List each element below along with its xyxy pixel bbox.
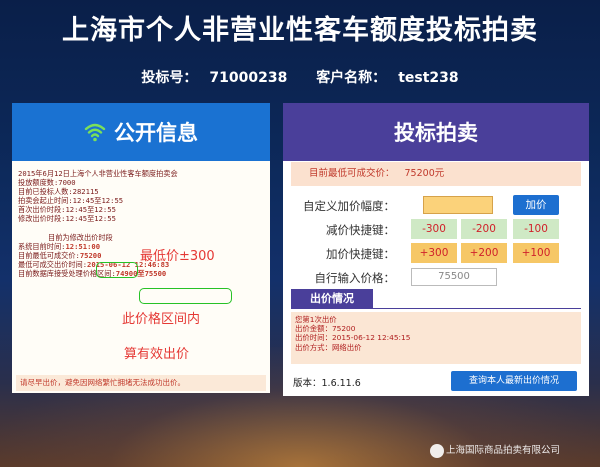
annotation-valid: 算有效出价 [124,347,190,362]
info-line: 拍卖会起止时间:12:45至12:55 [18,196,124,206]
lowest-price: 75200 [79,250,102,260]
minus-shortcut-row: 减价快捷键： -300 -200 -100 [283,218,589,240]
lowest-price-label: 目前最低可成交价: [18,250,80,260]
annotation-range: 此价格区间内 [122,312,201,327]
plus-shortcut-row: 加价快捷键： +300 +200 +100 [283,242,589,264]
bid-info-line: 您第1次出价 [295,315,337,324]
info-line: 修改出价时段:12:45至12:55 [18,214,116,224]
page-title: 上海市个人非营业性客车额度投标拍卖 [62,15,538,46]
version-label: 版本：1.6.11.6 [293,378,361,389]
custom-increment-label: 自定义加价幅度： [303,199,395,213]
bid-info-line: 出价方式：网络出价 [295,342,362,352]
plus-300-button[interactable]: +300 [411,243,457,263]
watermark-logo-icon [430,443,444,458]
price-range-line: 目前数据库接受处理价格区间:74900至75500 [18,269,266,278]
minus-300-button[interactable]: -300 [411,219,457,239]
bid-status-info: 您第1次出价 出价金额：75200 出价时间：2015-06-12 12:45:… [291,312,581,364]
minus-100-button[interactable]: -100 [513,219,559,239]
divider [291,308,581,309]
public-info-panel: 公开信息 2015年6月12日上海个人非营业性客车额度拍卖会 投放额度数:700… [12,103,270,393]
info-line: 投放额度数:7000 [18,178,76,188]
customer-group: 客户名称： test238 [310,70,464,86]
add-price-button[interactable]: 加价 [513,195,559,215]
manual-price-label: 自行输入价格： [314,271,396,285]
info-line: 2015年6月12日上海个人非营业性客车额度拍卖会 [18,169,178,178]
bid-status-tab[interactable]: 出价情况 [291,289,373,309]
bidding-header: 投标拍卖 [283,103,589,161]
watermark-text: 上海国际商品拍卖有限公司 [446,445,561,456]
annotation-lowest: 最低价±300 [140,249,215,264]
query-latest-bid-button[interactable]: 查询本人最新出价情况 [451,371,577,391]
bid-info-line: 出价时间：2015-06-12 12:45:15 [295,333,411,343]
info-line: 首次出价时段:12:45至12:55 [18,205,116,215]
lowest-price-label: 目前最低可成交价： [309,168,395,179]
plus-shortcut-label: 加价快捷键： [326,247,395,261]
system-time: 12:51:00 [65,241,101,251]
public-info-title: 公开信息 [114,121,198,145]
wifi-icon [84,121,106,143]
custom-increment-row: 自定义加价幅度： 加价 [283,194,589,216]
bid-number: 71000238 [209,70,288,86]
manual-price-input[interactable]: 75500 [411,268,497,286]
plus-200-button[interactable]: +200 [461,243,507,263]
plus-100-button[interactable]: +100 [513,243,559,263]
price-range-highlight [139,288,232,304]
info-line: 目前已投标人数:282115 [18,187,99,197]
minus-200-button[interactable]: -200 [461,219,507,239]
bidding-panel: 投标拍卖 目前最低可成交价： 75200元 自定义加价幅度： 加价 减价快捷键： … [283,103,589,396]
lowest-time-label: 最低可成交出价时间: [18,259,88,269]
lowest-price-strip: 目前最低可成交价： 75200元 [291,162,581,186]
bid-number-label: 投标号： [141,70,198,86]
lowest-price-highlight [96,262,138,278]
custom-increment-input[interactable] [423,196,493,214]
watermark: 上海国际商品拍卖有限公司 [428,442,560,458]
system-time-label: 系统目前时间: [18,241,66,251]
left-footer-warning: 请尽早出价，避免因网络繁忙拥堵无法成功出价。 [16,375,266,391]
public-info-header: 公开信息 [12,103,270,161]
bid-meta: 投标号： 71000238 客户名称： test238 [0,67,600,87]
manual-price-row: 自行输入价格： 75500 [283,266,589,288]
lowest-price-value: 75200元 [404,168,445,179]
bid-info-line: 出价金额：75200 [295,324,356,334]
customer-label: 客户名称： [316,70,387,86]
customer-name: test238 [398,70,459,86]
period-subheader: 目前为修改出价时段 [48,232,113,242]
minus-shortcut-label: 减价快捷键： [326,223,395,237]
bid-number-group: 投标号： 71000238 [135,70,293,86]
